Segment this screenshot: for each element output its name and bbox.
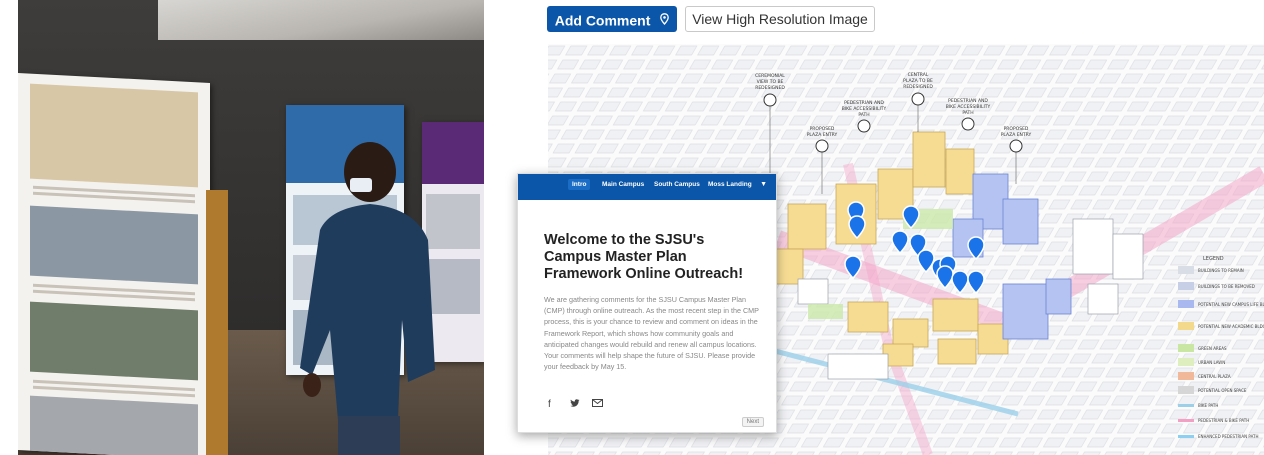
tab-intro[interactable]: Intro <box>568 179 591 190</box>
svg-text:PEDESTRIAN AND: PEDESTRIAN AND <box>844 100 884 106</box>
svg-text:BIKE ACCESSIBILITY: BIKE ACCESSIBILITY <box>946 104 991 110</box>
svg-text:POTENTIAL OPEN SPACE: POTENTIAL OPEN SPACE <box>1198 388 1247 393</box>
svg-text:POTENTIAL NEW CAMPUS LIFE BLDG: POTENTIAL NEW CAMPUS LIFE BLDG <box>1198 302 1264 307</box>
chevron-down-icon[interactable]: ▼ <box>760 181 767 188</box>
svg-text:ENHANCED PEDESTRIAN PATH: ENHANCED PEDESTRIAN PATH <box>1198 434 1258 439</box>
svg-text:CEREMONIAL: CEREMONIAL <box>755 73 785 79</box>
svg-text:REDESIGNED: REDESIGNED <box>903 84 933 90</box>
tab-main-campus[interactable]: Main Campus <box>602 181 644 188</box>
mail-icon[interactable] <box>592 399 603 410</box>
facebook-icon[interactable]: f <box>548 399 551 410</box>
svg-text:PROPOSED: PROPOSED <box>810 126 835 132</box>
svg-text:CENTRAL PLAZA: CENTRAL PLAZA <box>1198 374 1231 379</box>
next-button[interactable]: Next <box>741 417 764 427</box>
svg-text:BIKE PATH: BIKE PATH <box>1198 403 1218 408</box>
svg-text:PEDESTRIAN & BIKE PATH: PEDESTRIAN & BIKE PATH <box>1198 418 1249 423</box>
tab-moss-landing[interactable]: Moss Landing <box>708 181 752 188</box>
svg-text:CENTRAL: CENTRAL <box>908 72 929 78</box>
svg-text:PLAZA ENTRY: PLAZA ENTRY <box>807 132 838 138</box>
svg-text:VIEW TO BE: VIEW TO BE <box>757 79 784 85</box>
svg-text:BIKE ACCESSIBILITY: BIKE ACCESSIBILITY <box>842 106 887 112</box>
svg-text:LEGEND: LEGEND <box>1203 256 1224 262</box>
exhibit-photo <box>18 0 484 455</box>
svg-text:REDESIGNED: REDESIGNED <box>755 85 785 91</box>
popup-title: Welcome to the SJSU's Campus Master Plan… <box>544 232 744 282</box>
svg-text:PROPOSED: PROPOSED <box>1004 126 1029 132</box>
intro-popup: Intro Main Campus South Campus Moss Land… <box>517 173 777 433</box>
svg-text:PEDESTRIAN AND: PEDESTRIAN AND <box>948 98 988 104</box>
svg-text:GREEN AREAS: GREEN AREAS <box>1198 346 1227 351</box>
svg-text:PLAZA TO BE: PLAZA TO BE <box>903 78 933 84</box>
svg-text:PATH: PATH <box>962 110 973 116</box>
svg-text:PATH: PATH <box>858 112 869 118</box>
svg-text:PLAZA ENTRY: PLAZA ENTRY <box>1001 132 1032 138</box>
add-comment-button[interactable]: Add Comment <box>547 6 677 32</box>
tab-south-campus[interactable]: South Campus <box>654 181 700 188</box>
popup-body: We are gathering comments for the SJSU C… <box>544 295 759 372</box>
ceiling <box>158 0 484 40</box>
view-high-resolution-button[interactable]: View High Resolution Image <box>685 6 875 32</box>
twitter-icon[interactable] <box>570 399 580 411</box>
svg-text:BUILDINGS TO BE REMOVED: BUILDINGS TO BE REMOVED <box>1198 284 1255 289</box>
poster-stand <box>206 190 228 455</box>
svg-text:BUILDINGS TO REMAIN: BUILDINGS TO REMAIN <box>1198 268 1244 273</box>
svg-text:URBAN LAWN: URBAN LAWN <box>1198 360 1225 365</box>
add-comment-label: Add Comment <box>554 12 651 29</box>
visitor-figure <box>300 142 435 455</box>
svg-text:POTENTIAL NEW ACADEMIC BLDG: POTENTIAL NEW ACADEMIC BLDG <box>1198 324 1264 329</box>
popup-tab-bar: Intro Main Campus South Campus Moss Land… <box>518 174 776 200</box>
map-pin-icon <box>660 7 670 33</box>
poster-panel-left <box>18 72 210 455</box>
